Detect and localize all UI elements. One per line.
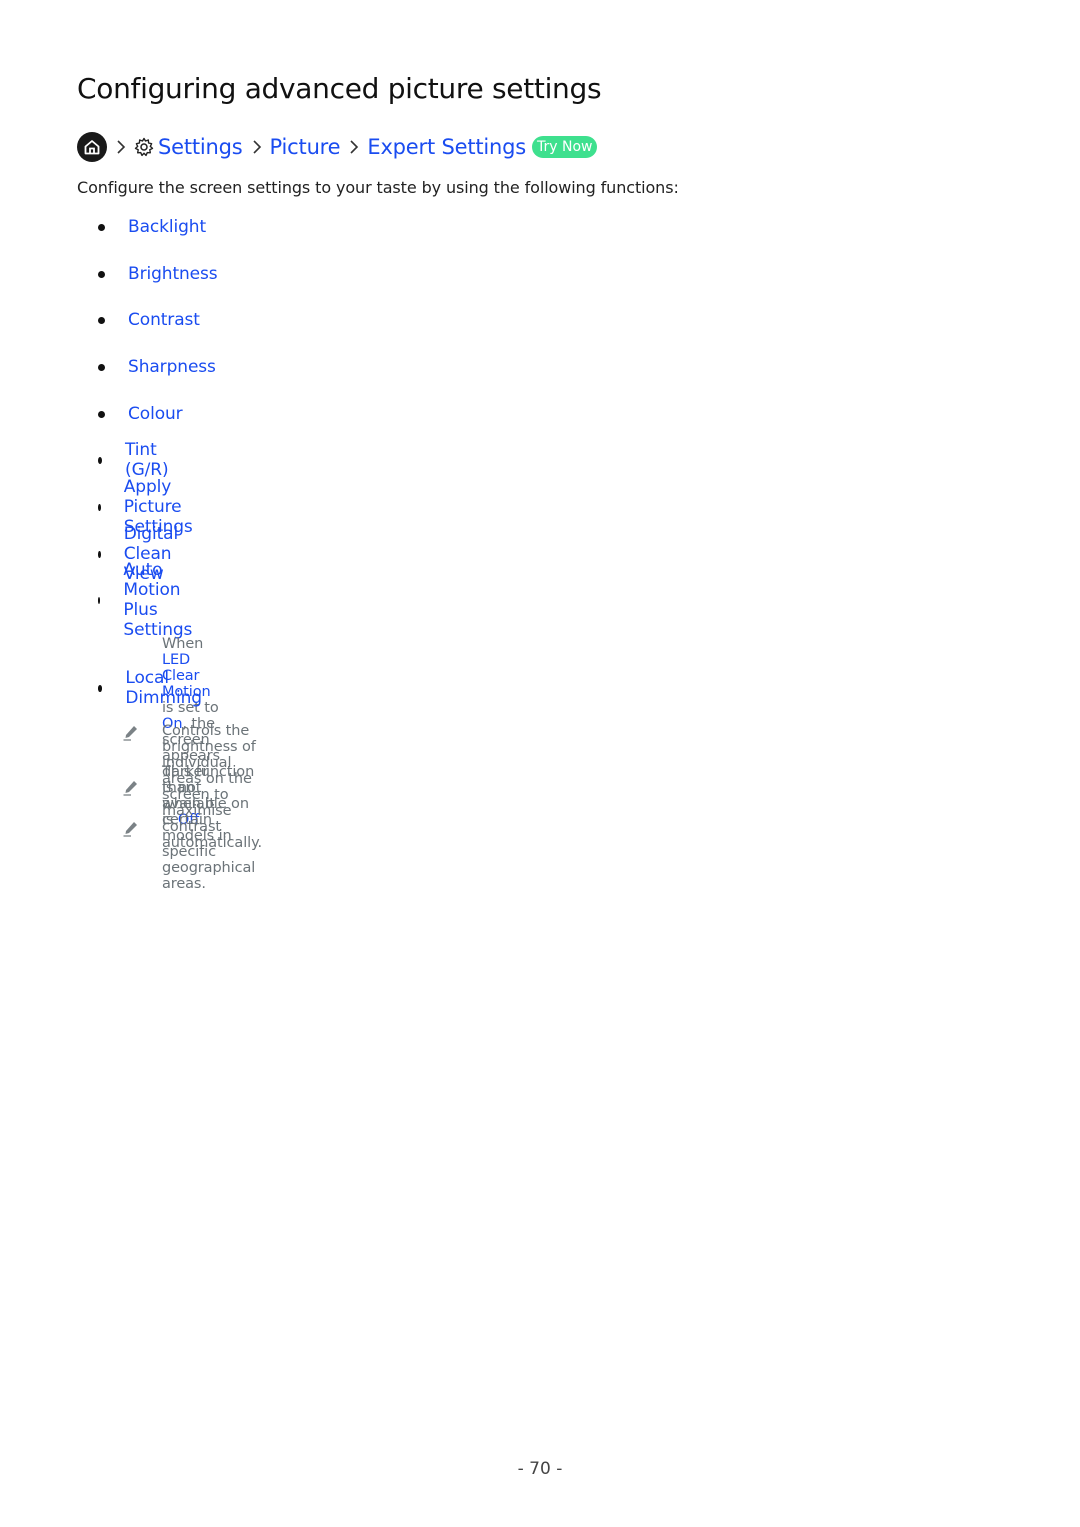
bullet [98,223,105,231]
breadcrumb: Settings Picture Expert Settings Try Now [77,131,598,163]
list-item[interactable]: Auto Motion Plus Settings [98,560,197,640]
bullet [98,270,105,278]
list-item-label[interactable]: Local Dimming [125,668,204,708]
gear-icon [134,137,154,157]
list-item[interactable]: Apply Picture Settings [98,477,197,537]
bullet [98,503,101,511]
note: This function is not available on certai… [122,764,255,892]
note-text: This function is not available on certai… [162,764,256,892]
bullet [98,456,103,464]
bullet [98,684,103,692]
note-text-part: When [162,636,204,652]
list-item[interactable]: Contrast [98,308,200,332]
list-item[interactable]: Sharpness [98,355,216,379]
bullet [98,316,105,324]
breadcrumb-expert-settings[interactable]: Expert Settings [367,135,526,159]
list-item-label[interactable]: Contrast [128,310,200,330]
bullet [98,596,101,604]
list-item[interactable]: Brightness [98,262,218,286]
breadcrumb-picture[interactable]: Picture [270,135,341,159]
home-icon[interactable] [77,132,107,162]
bullet [98,410,105,418]
bullet [98,363,105,371]
list-item[interactable]: Tint (G/R) [98,440,171,480]
chevron-right-icon [252,139,262,155]
breadcrumb-settings[interactable]: Settings [158,135,243,159]
bullet [98,550,101,558]
intro-text: Configure the screen settings to your ta… [77,178,679,197]
list-item[interactable]: Local Dimming [98,668,205,708]
list-item[interactable]: Backlight [98,215,206,239]
pencil-icon [122,819,140,837]
page-title: Configuring advanced picture settings [77,72,602,105]
chevron-right-icon [116,139,126,155]
page-number: - 70 - [517,1459,563,1479]
list-item-label[interactable]: Brightness [128,264,218,284]
list-item-label[interactable]: Auto Motion Plus Settings [123,560,197,640]
try-now-button[interactable]: Try Now [532,136,598,158]
list-item-label[interactable]: Tint (G/R) [125,440,171,480]
list-item-label[interactable]: Backlight [128,217,206,237]
list-item-label[interactable]: Colour [128,404,183,424]
chevron-right-icon [349,139,359,155]
list-item-label[interactable]: Sharpness [128,357,216,377]
list-item[interactable]: Colour [98,402,183,426]
